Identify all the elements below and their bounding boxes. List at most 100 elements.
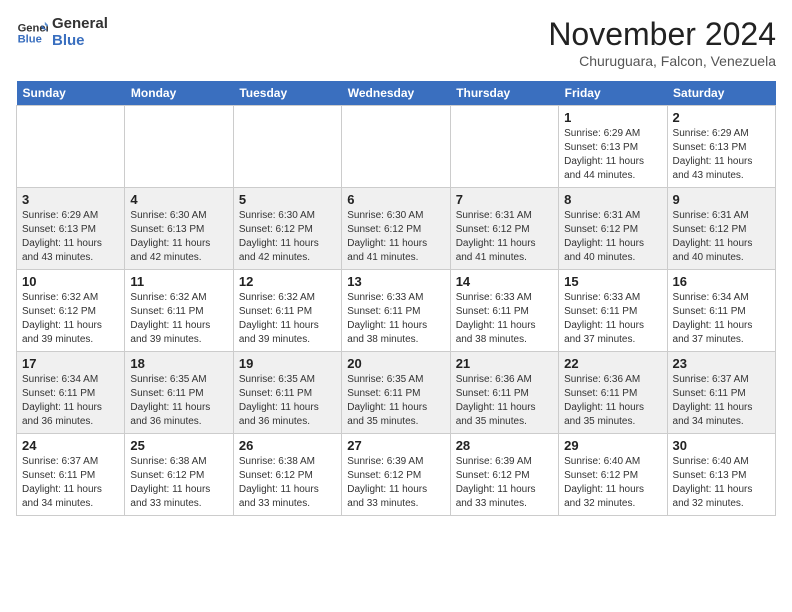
day-number: 14	[456, 274, 553, 289]
calendar-cell: 26Sunrise: 6:38 AM Sunset: 6:12 PM Dayli…	[233, 434, 341, 516]
day-info: Sunrise: 6:35 AM Sunset: 6:11 PM Dayligh…	[239, 373, 336, 429]
day-info: Sunrise: 6:31 AM Sunset: 6:12 PM Dayligh…	[456, 209, 553, 265]
calendar-cell: 7 Sunrise: 6:31 AM Sunset: 6:12 PM Daylig…	[450, 188, 558, 270]
weekday-header-tuesday: Tuesday	[233, 81, 341, 106]
day-info: Sunrise: 6:35 AM Sunset: 6:11 PM Dayligh…	[130, 373, 227, 429]
day-number: 19	[239, 356, 336, 371]
weekday-header-monday: Monday	[125, 81, 233, 106]
day-number: 20	[347, 356, 444, 371]
day-info: Sunrise: 6:29 AM Sunset: 6:13 PM Dayligh…	[564, 127, 661, 183]
calendar-cell: 27 Sunrise: 6:39 AM Sunset: 6:12 PM Dayli…	[342, 434, 450, 516]
title-block: November 2024 Churuguara, Falcon, Venezu…	[548, 16, 776, 69]
calendar-cell: 9Sunrise: 6:31 AM Sunset: 6:12 PM Daylig…	[667, 188, 775, 270]
calendar-cell	[450, 106, 558, 188]
day-number: 18	[130, 356, 227, 371]
day-number: 1	[564, 110, 661, 125]
day-info: Sunrise: 6:33 AM Sunset: 6:11 PM Dayligh…	[347, 291, 444, 347]
month-title: November 2024	[548, 16, 776, 53]
day-number: 29	[564, 438, 661, 453]
calendar-cell	[17, 106, 125, 188]
day-info: Sunrise: 6:34 AM Sunset: 6:11 PM Dayligh…	[673, 291, 770, 347]
week-row-3: 10 Sunrise: 6:32 AM Sunset: 6:12 PM Dayli…	[17, 270, 776, 352]
svg-text:Blue: Blue	[18, 33, 42, 45]
day-number: 16	[673, 274, 770, 289]
day-info: Sunrise: 6:32 AM Sunset: 6:12 PM Dayligh…	[22, 291, 119, 347]
day-number: 15	[564, 274, 661, 289]
day-number: 27	[347, 438, 444, 453]
calendar-cell: 4 Sunrise: 6:30 AM Sunset: 6:13 PM Daylig…	[125, 188, 233, 270]
calendar-cell: 1 Sunrise: 6:29 AM Sunset: 6:13 PM Daylig…	[559, 106, 667, 188]
logo: General Blue General Blue	[16, 16, 108, 49]
calendar-cell: 22 Sunrise: 6:36 AM Sunset: 6:11 PM Dayli…	[559, 352, 667, 434]
day-number: 30	[673, 438, 770, 453]
calendar-cell	[233, 106, 341, 188]
day-number: 17	[22, 356, 119, 371]
calendar-cell: 18 Sunrise: 6:35 AM Sunset: 6:11 PM Dayli…	[125, 352, 233, 434]
day-info: Sunrise: 6:37 AM Sunset: 6:11 PM Dayligh…	[22, 455, 119, 511]
day-info: Sunrise: 6:33 AM Sunset: 6:11 PM Dayligh…	[564, 291, 661, 347]
day-number: 5	[239, 192, 336, 207]
day-number: 26	[239, 438, 336, 453]
calendar-cell: 20Sunrise: 6:35 AM Sunset: 6:11 PM Dayli…	[342, 352, 450, 434]
calendar-cell: 12Sunrise: 6:32 AM Sunset: 6:11 PM Dayli…	[233, 270, 341, 352]
day-info: Sunrise: 6:30 AM Sunset: 6:12 PM Dayligh…	[239, 209, 336, 265]
calendar-cell: 2 Sunrise: 6:29 AM Sunset: 6:13 PM Daylig…	[667, 106, 775, 188]
calendar-cell: 14 Sunrise: 6:33 AM Sunset: 6:11 PM Dayli…	[450, 270, 558, 352]
logo-general: General	[52, 16, 108, 33]
day-number: 25	[130, 438, 227, 453]
calendar-cell: 25 Sunrise: 6:38 AM Sunset: 6:12 PM Dayli…	[125, 434, 233, 516]
calendar-cell	[125, 106, 233, 188]
day-number: 2	[673, 110, 770, 125]
weekday-header-thursday: Thursday	[450, 81, 558, 106]
calendar-cell: 5 Sunrise: 6:30 AM Sunset: 6:12 PM Daylig…	[233, 188, 341, 270]
day-info: Sunrise: 6:33 AM Sunset: 6:11 PM Dayligh…	[456, 291, 553, 347]
weekday-header-saturday: Saturday	[667, 81, 775, 106]
day-info: Sunrise: 6:29 AM Sunset: 6:13 PM Dayligh…	[673, 127, 770, 183]
weekday-header-friday: Friday	[559, 81, 667, 106]
day-info: Sunrise: 6:32 AM Sunset: 6:11 PM Dayligh…	[239, 291, 336, 347]
calendar-cell: 15 Sunrise: 6:33 AM Sunset: 6:11 PM Dayli…	[559, 270, 667, 352]
day-info: Sunrise: 6:38 AM Sunset: 6:12 PM Dayligh…	[130, 455, 227, 511]
day-number: 21	[456, 356, 553, 371]
calendar-cell: 13Sunrise: 6:33 AM Sunset: 6:11 PM Dayli…	[342, 270, 450, 352]
day-info: Sunrise: 6:39 AM Sunset: 6:12 PM Dayligh…	[456, 455, 553, 511]
logo-blue: Blue	[52, 33, 108, 50]
calendar-cell: 16 Sunrise: 6:34 AM Sunset: 6:11 PM Dayli…	[667, 270, 775, 352]
day-number: 8	[564, 192, 661, 207]
weekday-header-sunday: Sunday	[17, 81, 125, 106]
day-info: Sunrise: 6:31 AM Sunset: 6:12 PM Dayligh…	[564, 209, 661, 265]
day-number: 6	[347, 192, 444, 207]
day-info: Sunrise: 6:39 AM Sunset: 6:12 PM Dayligh…	[347, 455, 444, 511]
day-number: 24	[22, 438, 119, 453]
location: Churuguara, Falcon, Venezuela	[548, 53, 776, 69]
day-info: Sunrise: 6:40 AM Sunset: 6:12 PM Dayligh…	[564, 455, 661, 511]
calendar-cell: 19 Sunrise: 6:35 AM Sunset: 6:11 PM Dayli…	[233, 352, 341, 434]
day-number: 22	[564, 356, 661, 371]
day-info: Sunrise: 6:34 AM Sunset: 6:11 PM Dayligh…	[22, 373, 119, 429]
day-info: Sunrise: 6:30 AM Sunset: 6:13 PM Dayligh…	[130, 209, 227, 265]
calendar-cell: 3Sunrise: 6:29 AM Sunset: 6:13 PM Daylig…	[17, 188, 125, 270]
week-row-5: 24 Sunrise: 6:37 AM Sunset: 6:11 PM Dayli…	[17, 434, 776, 516]
weekday-header-row: SundayMondayTuesdayWednesdayThursdayFrid…	[17, 81, 776, 106]
calendar-cell: 6 Sunrise: 6:30 AM Sunset: 6:12 PM Daylig…	[342, 188, 450, 270]
logo-icon: General Blue	[16, 17, 48, 49]
day-info: Sunrise: 6:40 AM Sunset: 6:13 PM Dayligh…	[673, 455, 770, 511]
day-number: 4	[130, 192, 227, 207]
day-number: 23	[673, 356, 770, 371]
day-info: Sunrise: 6:37 AM Sunset: 6:11 PM Dayligh…	[673, 373, 770, 429]
day-number: 7	[456, 192, 553, 207]
day-number: 11	[130, 274, 227, 289]
calendar-cell: 30 Sunrise: 6:40 AM Sunset: 6:13 PM Dayli…	[667, 434, 775, 516]
calendar-cell: 21 Sunrise: 6:36 AM Sunset: 6:11 PM Dayli…	[450, 352, 558, 434]
calendar-cell: 23 Sunrise: 6:37 AM Sunset: 6:11 PM Dayli…	[667, 352, 775, 434]
day-info: Sunrise: 6:30 AM Sunset: 6:12 PM Dayligh…	[347, 209, 444, 265]
calendar-cell: 10 Sunrise: 6:32 AM Sunset: 6:12 PM Dayli…	[17, 270, 125, 352]
day-info: Sunrise: 6:29 AM Sunset: 6:13 PM Dayligh…	[22, 209, 119, 265]
day-info: Sunrise: 6:36 AM Sunset: 6:11 PM Dayligh…	[456, 373, 553, 429]
calendar-cell: 24 Sunrise: 6:37 AM Sunset: 6:11 PM Dayli…	[17, 434, 125, 516]
calendar-cell: 29 Sunrise: 6:40 AM Sunset: 6:12 PM Dayli…	[559, 434, 667, 516]
calendar-table: SundayMondayTuesdayWednesdayThursdayFrid…	[16, 81, 776, 516]
day-number: 10	[22, 274, 119, 289]
calendar-cell: 11Sunrise: 6:32 AM Sunset: 6:11 PM Dayli…	[125, 270, 233, 352]
day-info: Sunrise: 6:36 AM Sunset: 6:11 PM Dayligh…	[564, 373, 661, 429]
